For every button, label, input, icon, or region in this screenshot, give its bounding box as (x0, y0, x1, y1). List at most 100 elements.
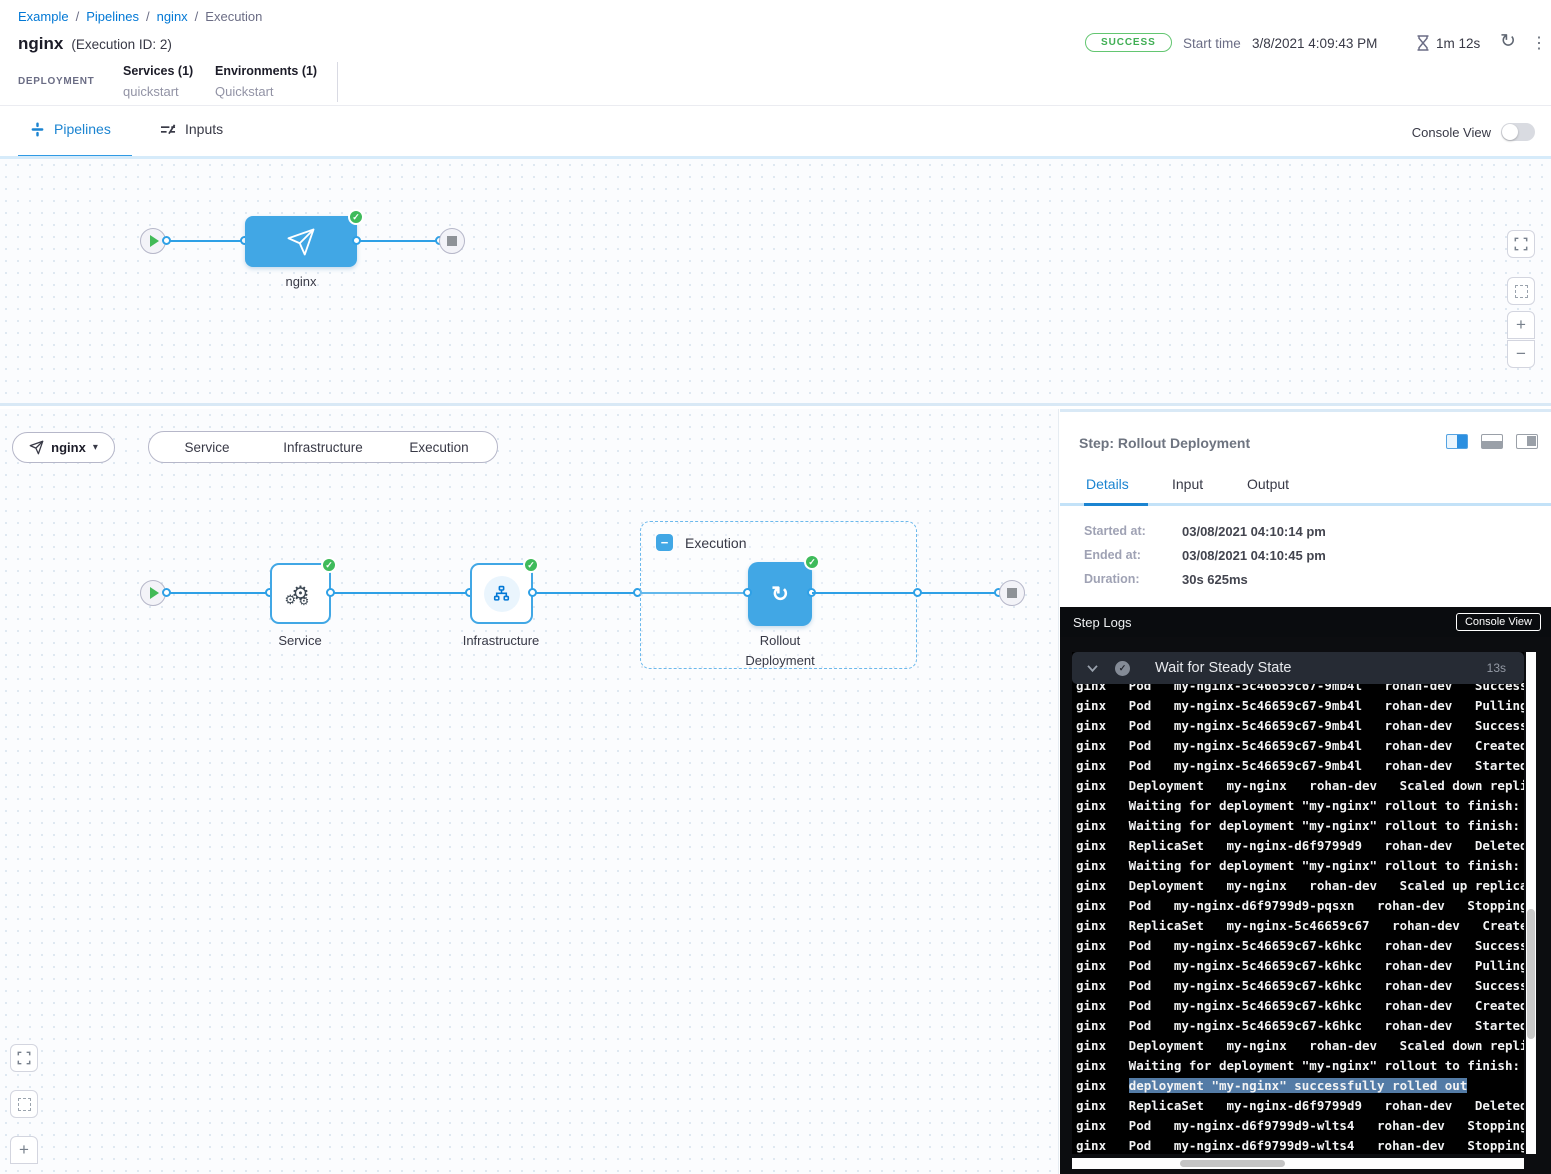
log-group-header[interactable]: ✓ Wait for Steady State 13s (1072, 652, 1524, 684)
connector-dot (743, 588, 752, 597)
log-line: ginx Pod my-nginx-5c46659c67-9mb4l rohan… (1076, 698, 1524, 714)
step-panel-title: Step: Rollout Deployment (1079, 435, 1250, 451)
detail-row-started: Started at: 03/08/2021 04:10:14 pm (1084, 524, 1326, 539)
fullscreen-button[interactable] (10, 1044, 38, 1072)
execution-id: (Execution ID: 2) (71, 37, 172, 52)
tab-inputs[interactable]: Inputs (160, 121, 223, 137)
services-label: Services (1) (123, 64, 193, 78)
hourglass-icon (1416, 35, 1430, 51)
refresh-icon[interactable]: ↻ (1500, 30, 1516, 53)
log-line: ginx Deployment my-nginx rohan-dev Scale… (1076, 1038, 1524, 1054)
pipeline-node-nginx[interactable]: ✓ (245, 216, 357, 267)
connector-dot (913, 588, 922, 597)
stage-selector-label: nginx (51, 440, 86, 455)
stop-icon (447, 236, 457, 246)
stage-end-node[interactable] (999, 580, 1025, 606)
divider (337, 62, 338, 102)
log-line: ginx Waiting for deployment "my-nginx" r… (1076, 798, 1524, 814)
service-node-label: Service (278, 633, 321, 648)
rollout-node-label-line2: Deployment (745, 653, 814, 668)
step-detail-tabs: Details Input Output (1060, 476, 1551, 508)
log-horizontal-scrollbar[interactable] (1072, 1158, 1524, 1169)
rollout-deployment-node[interactable]: ↻ ✓ (748, 562, 812, 626)
collapse-icon[interactable]: − (656, 534, 673, 551)
step-details-panel: Step: Rollout Deployment Details Input O… (1060, 409, 1551, 1174)
start-time-label: Start time (1183, 36, 1241, 51)
tab-output[interactable]: Output (1247, 476, 1289, 492)
scrollbar-thumb[interactable] (1180, 1160, 1285, 1167)
log-line: ginx ReplicaSet my-nginx-d6f9799d9 rohan… (1076, 838, 1524, 854)
scrollbar-thumb[interactable] (1527, 909, 1535, 1039)
check-circle-icon: ✓ (1115, 661, 1130, 676)
tab-input[interactable]: Input (1172, 476, 1203, 492)
stage-selector-dropdown[interactable]: nginx ▾ (12, 432, 115, 463)
detail-label: Duration: (1084, 572, 1182, 587)
log-line: ginx ReplicaSet my-nginx-5c46659c67 roha… (1076, 918, 1524, 934)
deployment-type-label: DEPLOYMENT (18, 76, 94, 87)
execution-group-label: Execution (685, 535, 746, 551)
log-line: ginx Deployment my-nginx rohan-dev Scale… (1076, 878, 1524, 894)
infrastructure-node[interactable]: ✓ (470, 563, 533, 624)
log-line: ginx Pod my-nginx-5c46659c67-k6hkc rohan… (1076, 938, 1524, 954)
fit-to-screen-button[interactable] (1507, 277, 1535, 305)
services-summary[interactable]: Services (1) quickstart (123, 64, 193, 99)
environments-value: Quickstart (215, 84, 317, 99)
log-line: ginx Pod my-nginx-5c46659c67-9mb4l rohan… (1076, 718, 1524, 734)
fit-to-screen-button[interactable] (10, 1090, 38, 1118)
tab-details[interactable]: Details (1086, 476, 1129, 492)
log-highlighted-text: deployment "my-nginx" successfully rolle… (1129, 1078, 1468, 1093)
chevron-down-icon[interactable] (1086, 664, 1099, 673)
paper-plane-icon (286, 227, 316, 257)
play-icon (150, 587, 159, 599)
environments-summary[interactable]: Environments (1) Quickstart (215, 64, 317, 99)
log-area: ✓ Wait for Steady State 13s ginx Pod my-… (1060, 637, 1551, 1174)
tab-infrastructure[interactable]: Infrastructure (265, 440, 381, 455)
zoom-out-button[interactable]: − (1507, 340, 1535, 368)
log-line: ginx Pod my-nginx-5c46659c67-k6hkc rohan… (1076, 958, 1524, 974)
breadcrumb-separator: / (195, 9, 199, 24)
zoom-in-button[interactable]: + (1507, 311, 1535, 339)
log-vertical-scrollbar[interactable] (1526, 652, 1536, 1154)
right-view-icon[interactable] (1516, 434, 1538, 449)
detail-row-ended: Ended at: 03/08/2021 04:10:45 pm (1084, 548, 1326, 563)
pipeline-end-node[interactable] (439, 228, 465, 254)
log-line: ginx Pod my-nginx-5c46659c67-k6hkc rohan… (1076, 998, 1524, 1014)
fullscreen-button[interactable] (1507, 230, 1535, 258)
execution-group-header: − Execution (656, 534, 746, 551)
success-check-icon: ✓ (804, 554, 820, 570)
tab-pipelines-label: Pipelines (54, 121, 111, 137)
service-node[interactable]: ⚙⚙⚙ ✓ (270, 563, 331, 624)
kebab-menu-icon[interactable]: ⋮ (1531, 33, 1547, 53)
console-view-button[interactable]: Console View (1456, 613, 1541, 631)
detail-value: 03/08/2021 04:10:45 pm (1182, 548, 1326, 563)
detail-label: Started at: (1084, 524, 1182, 539)
breadcrumb-nginx[interactable]: nginx (157, 9, 188, 24)
tab-service[interactable]: Service (149, 440, 265, 455)
connector-line (166, 240, 245, 242)
console-view-toggle[interactable] (1501, 123, 1535, 141)
split-view-icon[interactable] (1446, 434, 1468, 449)
stop-icon (1007, 588, 1017, 598)
log-line: ginx Waiting for deployment "my-nginx" r… (1076, 858, 1524, 874)
log-line: ginx ReplicaSet my-nginx-d6f9799d9 rohan… (1076, 1098, 1524, 1114)
detail-value: 30s 625ms (1182, 572, 1248, 587)
tab-inputs-label: Inputs (185, 121, 223, 137)
breadcrumb-current: Execution (205, 9, 262, 24)
detail-row-duration: Duration: 30s 625ms (1084, 572, 1326, 587)
breadcrumb-example[interactable]: Example (18, 9, 69, 24)
pipeline-node-label: nginx (285, 274, 316, 289)
tab-pipelines[interactable]: Pipelines (30, 121, 111, 137)
zoom-in-button[interactable]: + (10, 1136, 38, 1164)
pipeline-canvas[interactable]: ✓ nginx + − (0, 159, 1551, 406)
bottom-view-icon[interactable] (1481, 434, 1503, 449)
breadcrumb-pipelines[interactable]: Pipelines (86, 9, 139, 24)
log-console[interactable]: ✓ Wait for Steady State 13s ginx Pod my-… (1072, 652, 1524, 1154)
console-view-toggle-row: Console View (1412, 123, 1535, 141)
log-line: ginx Pod my-nginx-5c46659c67-k6hkc rohan… (1076, 1018, 1524, 1034)
stage-canvas[interactable]: nginx ▾ Service Infrastructure Execution… (0, 409, 1059, 1174)
environments-label: Environments (1) (215, 64, 317, 78)
log-line: ginx Waiting for deployment "my-nginx" r… (1076, 1058, 1524, 1074)
success-check-icon: ✓ (523, 557, 539, 573)
tab-execution[interactable]: Execution (381, 440, 497, 455)
inputs-icon (160, 122, 176, 137)
